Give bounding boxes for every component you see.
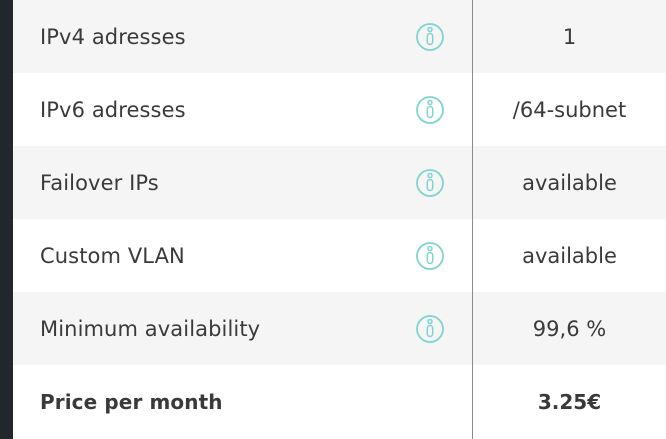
info-icon[interactable]	[415, 168, 445, 198]
table-row-ipv4: IPv4 adresses 1	[13, 0, 666, 73]
row-label: Custom VLAN	[40, 243, 185, 268]
row-value: available	[522, 243, 617, 268]
pricing-feature-table: IPv4 adresses 1 IPv6 adresses /64-subnet…	[13, 0, 666, 439]
table-row-custom-vlan: Custom VLAN available	[13, 219, 666, 292]
row-label: Minimum availability	[40, 316, 261, 341]
price-label: Price per month	[40, 390, 223, 414]
column-divider	[472, 0, 473, 439]
row-value: available	[522, 170, 617, 195]
table-row-ipv6: IPv6 adresses /64-subnet	[13, 73, 666, 146]
feature-table: IPv4 adresses 1 IPv6 adresses /64-subnet…	[13, 0, 666, 439]
info-icon[interactable]	[415, 95, 445, 125]
table-row-failover-ips: Failover IPs available	[13, 146, 666, 219]
info-icon[interactable]	[415, 22, 445, 52]
row-value: 1	[562, 24, 577, 49]
row-label: Failover IPs	[40, 170, 159, 195]
row-label: IPv4 adresses	[40, 24, 186, 49]
info-icon[interactable]	[415, 241, 445, 271]
price-value: 3.25€	[537, 390, 602, 414]
info-icon[interactable]	[415, 314, 445, 344]
row-value: 99,6 %	[532, 316, 607, 341]
row-label: IPv6 adresses	[40, 97, 186, 122]
table-row-price: Price per month 3.25€	[13, 365, 666, 439]
row-value: /64-subnet	[512, 97, 627, 122]
table-row-minimum-availability: Minimum availability 99,6 %	[13, 292, 666, 365]
